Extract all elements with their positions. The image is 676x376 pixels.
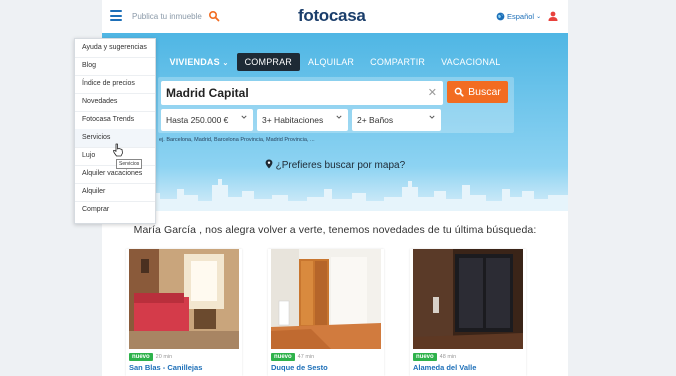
fotocasa-logo[interactable]: fotocasa xyxy=(298,6,366,26)
hero-search-section: VIVIENDAS ⌄ COMPRAR ALQUILAR COMPARTIR V… xyxy=(102,33,568,211)
chevron-down-icon: ⌄ xyxy=(536,14,542,20)
property-card[interactable]: nuevo 48 min Alameda del Valle xyxy=(410,249,526,376)
card-time: 47 min xyxy=(297,354,315,360)
card-time: 20 min xyxy=(155,354,173,360)
menu-icon[interactable] xyxy=(110,10,122,21)
menu-item-indice-precios[interactable]: Índice de precios xyxy=(75,75,155,94)
price-select[interactable]: Hasta 250.000 € xyxy=(161,109,253,131)
location-input[interactable]: Madrid Capital ✕ xyxy=(161,81,443,105)
search-button[interactable]: Buscar xyxy=(447,81,508,103)
welcome-message: María García , nos alegra volver a verte… xyxy=(133,224,537,236)
menu-item-trends[interactable]: Fotocasa Trends xyxy=(75,111,155,130)
card-time: 48 min xyxy=(439,354,457,360)
language-selector[interactable]: Español ⌄ xyxy=(496,12,541,21)
new-badge: nuevo xyxy=(271,353,295,361)
rooms-select[interactable]: 3+ Habitaciones xyxy=(257,109,348,131)
tab-vacacional[interactable]: VACACIONAL xyxy=(433,53,508,71)
operation-tabs: VIVIENDAS ⌄ COMPRAR ALQUILAR COMPARTIR V… xyxy=(102,53,568,71)
map-search-label: ¿Prefieres buscar por mapa? xyxy=(275,160,406,171)
main-menu-dropdown: Ayuda y sugerencias Blog Índice de preci… xyxy=(74,38,156,224)
map-search-link[interactable]: ¿Prefieres buscar por mapa? xyxy=(102,159,568,171)
hand-cursor-icon xyxy=(113,143,123,157)
tab-comprar[interactable]: COMPRAR xyxy=(236,53,301,71)
property-photo[interactable] xyxy=(413,249,523,349)
card-title[interactable]: Duque de Sesto xyxy=(271,363,328,372)
map-pin-icon xyxy=(265,159,273,169)
search-icon xyxy=(454,87,464,97)
tab-compartir[interactable]: COMPARTIR xyxy=(362,53,433,71)
globe-icon xyxy=(496,12,505,21)
tab-viviendas[interactable]: VIVIENDAS ⌄ xyxy=(162,53,237,71)
card-meta: nuevo 20 min xyxy=(129,353,172,361)
card-meta: nuevo 47 min xyxy=(271,353,314,361)
new-badge: nuevo xyxy=(129,353,153,361)
chevron-down-icon xyxy=(241,115,247,119)
menu-item-blog[interactable]: Blog xyxy=(75,57,155,76)
tab-alquilar[interactable]: ALQUILAR xyxy=(300,53,362,71)
price-select-value: Hasta 250.000 € xyxy=(166,115,229,125)
new-badge: nuevo xyxy=(413,353,437,361)
tooltip: Servicios xyxy=(116,159,143,169)
property-card[interactable]: nuevo 47 min Duque de Sesto xyxy=(268,249,384,376)
menu-item-novedades[interactable]: Novedades xyxy=(75,93,155,112)
property-card[interactable]: nuevo 20 min San Blas - Canillejas xyxy=(126,249,242,376)
user-icon[interactable] xyxy=(547,10,559,22)
chevron-down-icon xyxy=(429,115,435,119)
location-value: Madrid Capital xyxy=(166,86,249,100)
property-photo[interactable] xyxy=(271,249,381,349)
chevron-down-icon xyxy=(336,115,342,119)
location-suggestions[interactable]: ej. Barcelona, Madrid, Barcelona Provinc… xyxy=(159,137,315,143)
baths-select-value: 2+ Baños xyxy=(357,115,394,125)
top-header: Publica tu inmueble fotocasa Español ⌄ xyxy=(102,0,568,34)
language-label: Español xyxy=(507,12,535,21)
city-skyline-graphic xyxy=(102,179,568,211)
card-title[interactable]: San Blas - Canillejas xyxy=(129,363,202,372)
menu-item-ayuda[interactable]: Ayuda y sugerencias xyxy=(75,39,155,58)
card-title[interactable]: Alameda del Valle xyxy=(413,363,476,372)
menu-item-comprar[interactable]: Comprar xyxy=(75,201,155,219)
property-photo[interactable] xyxy=(129,249,239,349)
clear-icon[interactable]: ✕ xyxy=(428,86,437,99)
baths-select[interactable]: 2+ Baños xyxy=(352,109,441,131)
menu-item-alquiler[interactable]: Alquiler xyxy=(75,183,155,202)
chevron-down-icon: ⌄ xyxy=(222,60,229,67)
card-meta: nuevo 48 min xyxy=(413,353,456,361)
menu-item-alquiler-vacaciones[interactable]: Alquiler vacaciones xyxy=(75,165,155,184)
search-placeholder[interactable]: Publica tu inmueble xyxy=(132,12,202,21)
search-button-label: Buscar xyxy=(468,86,501,98)
rooms-select-value: 3+ Habitaciones xyxy=(262,115,324,125)
page: Publica tu inmueble fotocasa Español ⌄ V… xyxy=(102,0,568,376)
search-icon[interactable] xyxy=(208,10,220,22)
